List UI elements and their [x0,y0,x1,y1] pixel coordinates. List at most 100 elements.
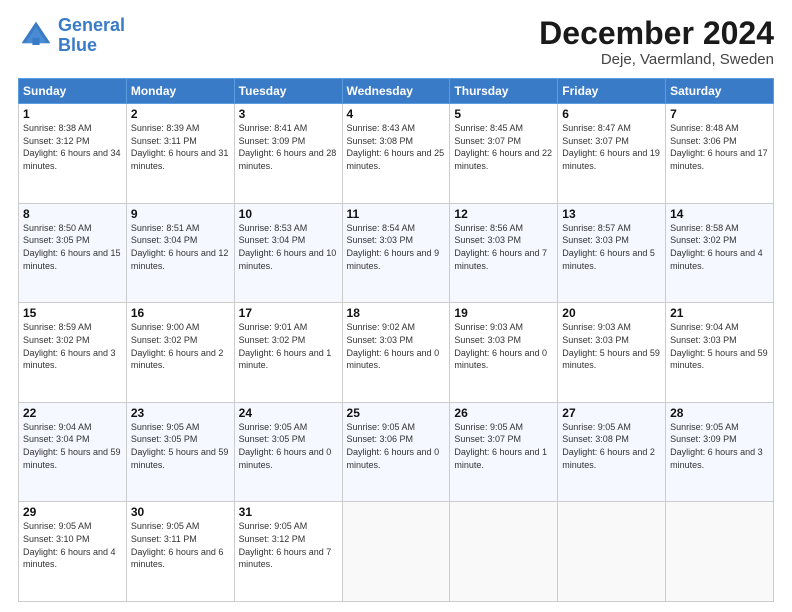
day-number: 19 [454,306,553,320]
calendar-cell: 6Sunrise: 8:47 AMSunset: 3:07 PMDaylight… [558,104,666,204]
calendar-cell: 31Sunrise: 9:05 AMSunset: 3:12 PMDayligh… [234,502,342,602]
calendar-cell: 30Sunrise: 9:05 AMSunset: 3:11 PMDayligh… [126,502,234,602]
day-info: Sunrise: 9:05 AMSunset: 3:07 PMDaylight:… [454,421,553,471]
calendar-cell: 9Sunrise: 8:51 AMSunset: 3:04 PMDaylight… [126,203,234,303]
day-number: 5 [454,107,553,121]
day-info: Sunrise: 9:03 AMSunset: 3:03 PMDaylight:… [454,321,553,371]
calendar-subtitle: Deje, Vaermland, Sweden [539,51,774,68]
day-info: Sunrise: 9:04 AMSunset: 3:03 PMDaylight:… [670,321,769,371]
calendar-cell: 13Sunrise: 8:57 AMSunset: 3:03 PMDayligh… [558,203,666,303]
calendar-cell: 26Sunrise: 9:05 AMSunset: 3:07 PMDayligh… [450,402,558,502]
weekday-header: Wednesday [342,79,450,104]
day-number: 20 [562,306,661,320]
weekday-header: Sunday [19,79,127,104]
day-number: 25 [347,406,446,420]
day-number: 3 [239,107,338,121]
day-info: Sunrise: 9:00 AMSunset: 3:02 PMDaylight:… [131,321,230,371]
weekday-header: Thursday [450,79,558,104]
day-number: 8 [23,207,122,221]
calendar-week-row: 29Sunrise: 9:05 AMSunset: 3:10 PMDayligh… [19,502,774,602]
day-number: 28 [670,406,769,420]
day-number: 18 [347,306,446,320]
calendar-page: General Blue December 2024 Deje, Vaermla… [0,0,792,612]
day-info: Sunrise: 8:47 AMSunset: 3:07 PMDaylight:… [562,122,661,172]
day-number: 9 [131,207,230,221]
day-info: Sunrise: 8:45 AMSunset: 3:07 PMDaylight:… [454,122,553,172]
day-number: 11 [347,207,446,221]
day-info: Sunrise: 9:05 AMSunset: 3:09 PMDaylight:… [670,421,769,471]
calendar-title: December 2024 [539,16,774,51]
day-info: Sunrise: 8:50 AMSunset: 3:05 PMDaylight:… [23,222,122,272]
day-info: Sunrise: 9:05 AMSunset: 3:06 PMDaylight:… [347,421,446,471]
calendar-cell: 1Sunrise: 8:38 AMSunset: 3:12 PMDaylight… [19,104,127,204]
day-info: Sunrise: 9:05 AMSunset: 3:10 PMDaylight:… [23,520,122,570]
day-info: Sunrise: 9:04 AMSunset: 3:04 PMDaylight:… [23,421,122,471]
calendar-week-row: 15Sunrise: 8:59 AMSunset: 3:02 PMDayligh… [19,303,774,403]
day-number: 30 [131,505,230,519]
calendar-cell: 29Sunrise: 9:05 AMSunset: 3:10 PMDayligh… [19,502,127,602]
day-info: Sunrise: 9:03 AMSunset: 3:03 PMDaylight:… [562,321,661,371]
day-info: Sunrise: 8:56 AMSunset: 3:03 PMDaylight:… [454,222,553,272]
day-number: 2 [131,107,230,121]
calendar-cell: 14Sunrise: 8:58 AMSunset: 3:02 PMDayligh… [666,203,774,303]
calendar-cell: 15Sunrise: 8:59 AMSunset: 3:02 PMDayligh… [19,303,127,403]
calendar-cell: 8Sunrise: 8:50 AMSunset: 3:05 PMDaylight… [19,203,127,303]
calendar-cell [450,502,558,602]
calendar-cell: 22Sunrise: 9:04 AMSunset: 3:04 PMDayligh… [19,402,127,502]
calendar-cell: 25Sunrise: 9:05 AMSunset: 3:06 PMDayligh… [342,402,450,502]
day-info: Sunrise: 8:48 AMSunset: 3:06 PMDaylight:… [670,122,769,172]
calendar-week-row: 22Sunrise: 9:04 AMSunset: 3:04 PMDayligh… [19,402,774,502]
logo-text: General Blue [58,16,125,56]
day-number: 1 [23,107,122,121]
day-number: 26 [454,406,553,420]
weekday-header: Saturday [666,79,774,104]
day-info: Sunrise: 9:05 AMSunset: 3:12 PMDaylight:… [239,520,338,570]
day-info: Sunrise: 8:58 AMSunset: 3:02 PMDaylight:… [670,222,769,272]
day-number: 16 [131,306,230,320]
day-info: Sunrise: 9:01 AMSunset: 3:02 PMDaylight:… [239,321,338,371]
day-number: 22 [23,406,122,420]
calendar-cell: 19Sunrise: 9:03 AMSunset: 3:03 PMDayligh… [450,303,558,403]
day-number: 6 [562,107,661,121]
calendar-cell: 20Sunrise: 9:03 AMSunset: 3:03 PMDayligh… [558,303,666,403]
calendar-table: SundayMondayTuesdayWednesdayThursdayFrid… [18,78,774,602]
calendar-cell: 4Sunrise: 8:43 AMSunset: 3:08 PMDaylight… [342,104,450,204]
day-number: 21 [670,306,769,320]
day-number: 24 [239,406,338,420]
day-number: 23 [131,406,230,420]
day-info: Sunrise: 9:05 AMSunset: 3:11 PMDaylight:… [131,520,230,570]
day-info: Sunrise: 9:02 AMSunset: 3:03 PMDaylight:… [347,321,446,371]
day-number: 17 [239,306,338,320]
calendar-cell: 5Sunrise: 8:45 AMSunset: 3:07 PMDaylight… [450,104,558,204]
page-header: General Blue December 2024 Deje, Vaermla… [18,16,774,68]
calendar-cell: 12Sunrise: 8:56 AMSunset: 3:03 PMDayligh… [450,203,558,303]
weekday-header: Tuesday [234,79,342,104]
day-number: 14 [670,207,769,221]
day-info: Sunrise: 9:05 AMSunset: 3:08 PMDaylight:… [562,421,661,471]
calendar-cell: 17Sunrise: 9:01 AMSunset: 3:02 PMDayligh… [234,303,342,403]
day-number: 10 [239,207,338,221]
calendar-cell: 23Sunrise: 9:05 AMSunset: 3:05 PMDayligh… [126,402,234,502]
day-number: 4 [347,107,446,121]
calendar-cell: 27Sunrise: 9:05 AMSunset: 3:08 PMDayligh… [558,402,666,502]
calendar-cell: 21Sunrise: 9:04 AMSunset: 3:03 PMDayligh… [666,303,774,403]
logo: General Blue [18,16,125,56]
calendar-cell: 11Sunrise: 8:54 AMSunset: 3:03 PMDayligh… [342,203,450,303]
day-info: Sunrise: 9:05 AMSunset: 3:05 PMDaylight:… [131,421,230,471]
day-info: Sunrise: 8:41 AMSunset: 3:09 PMDaylight:… [239,122,338,172]
calendar-cell: 24Sunrise: 9:05 AMSunset: 3:05 PMDayligh… [234,402,342,502]
day-number: 12 [454,207,553,221]
calendar-cell: 10Sunrise: 8:53 AMSunset: 3:04 PMDayligh… [234,203,342,303]
weekday-header: Friday [558,79,666,104]
day-info: Sunrise: 8:59 AMSunset: 3:02 PMDaylight:… [23,321,122,371]
weekday-header-row: SundayMondayTuesdayWednesdayThursdayFrid… [19,79,774,104]
calendar-cell: 28Sunrise: 9:05 AMSunset: 3:09 PMDayligh… [666,402,774,502]
day-info: Sunrise: 9:05 AMSunset: 3:05 PMDaylight:… [239,421,338,471]
day-number: 13 [562,207,661,221]
calendar-cell [666,502,774,602]
day-info: Sunrise: 8:38 AMSunset: 3:12 PMDaylight:… [23,122,122,172]
day-info: Sunrise: 8:51 AMSunset: 3:04 PMDaylight:… [131,222,230,272]
logo-icon [18,18,54,54]
day-info: Sunrise: 8:54 AMSunset: 3:03 PMDaylight:… [347,222,446,272]
calendar-cell [558,502,666,602]
